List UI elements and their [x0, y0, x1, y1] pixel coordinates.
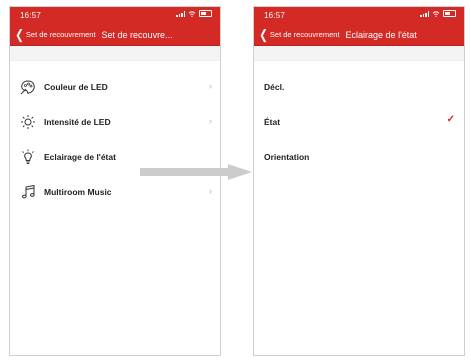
- back-chevron-icon[interactable]: ❮: [259, 28, 268, 41]
- music-note-icon: [20, 184, 36, 200]
- list-item-label: Eclairage de l'état: [44, 151, 116, 162]
- chevron-right-icon: ›: [209, 81, 212, 91]
- battery-icon: [199, 10, 212, 17]
- status-icons: [176, 10, 212, 17]
- list-item-led-intensity[interactable]: Intensité de LED ›: [10, 104, 220, 139]
- options-list: Décl. État ✓ Orientation: [254, 69, 464, 174]
- battery-icon: [443, 10, 456, 17]
- status-bar: 16:57: [10, 7, 220, 24]
- option-label: État: [264, 116, 281, 127]
- wifi-icon: [188, 10, 196, 17]
- back-chevron-icon[interactable]: ❮: [15, 28, 24, 41]
- list-item-label: Intensité de LED: [44, 116, 111, 127]
- status-time: 16:57: [264, 11, 286, 20]
- checkmark-icon: ✓: [446, 114, 455, 125]
- page-title: Set de recouvre...: [101, 29, 173, 40]
- palette-icon: [20, 79, 36, 95]
- option-etat[interactable]: État ✓: [254, 104, 464, 139]
- signal-icon: [176, 10, 185, 17]
- option-decl[interactable]: Décl.: [254, 69, 464, 104]
- wifi-icon: [432, 10, 440, 17]
- list-item-led-color[interactable]: Couleur de LED ›: [10, 69, 220, 104]
- brightness-icon: [20, 114, 36, 130]
- chevron-right-icon: ›: [209, 116, 212, 126]
- option-orientation[interactable]: Orientation: [254, 139, 464, 174]
- option-label: Décl.: [264, 81, 285, 92]
- nav-bar: ❮ Set de recouvrement Eclairage de l'éta…: [254, 24, 464, 46]
- status-bar: 16:57: [254, 7, 464, 24]
- section-spacer: [10, 46, 220, 61]
- signal-icon: [420, 10, 429, 17]
- status-time: 16:57: [20, 11, 42, 20]
- list-item-label: Multiroom Music: [44, 186, 112, 197]
- back-button[interactable]: Set de recouvrement: [26, 30, 96, 39]
- section-spacer: [254, 46, 464, 61]
- phone-screen-right: 16:57 ❮ Set de recouvrement Eclairage de…: [253, 6, 465, 356]
- list-item-label: Couleur de LED: [44, 81, 108, 92]
- page-title: Eclairage de l'état: [345, 29, 417, 40]
- phone-screen-left: 16:57 ❮ Set de recouvrement Set de recou…: [9, 6, 221, 356]
- chevron-right-icon: ›: [209, 186, 212, 196]
- bulb-icon: [20, 149, 36, 165]
- option-label: Orientation: [264, 151, 310, 162]
- settings-list: Couleur de LED › Intensité de LED › Ecla…: [10, 69, 220, 209]
- status-icons: [420, 10, 456, 17]
- back-button[interactable]: Set de recouvrement: [270, 30, 340, 39]
- nav-bar: ❮ Set de recouvrement Set de recouvre...: [10, 24, 220, 46]
- arrow-icon: [140, 164, 252, 180]
